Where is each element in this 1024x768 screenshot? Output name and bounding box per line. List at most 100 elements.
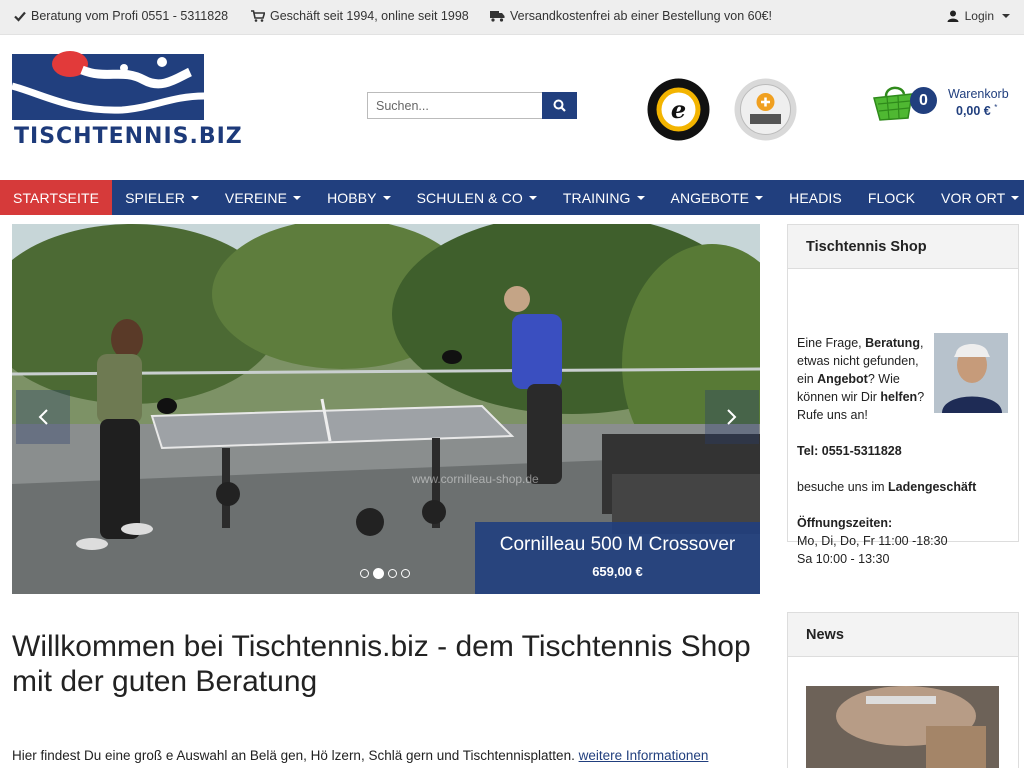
nav-item-label: VEREINE — [224, 189, 288, 206]
slider-dots — [360, 568, 410, 579]
cart-total: 0,00 € * — [956, 103, 997, 118]
slide-caption-price: 659,00 € — [592, 564, 643, 579]
nav-item-vereine[interactable]: VEREINE — [212, 180, 314, 215]
cart-label: Warenkorb — [948, 87, 1009, 101]
user-icon — [947, 10, 959, 22]
shop-visit: besuche uns im Ladengeschäft — [797, 478, 976, 496]
slider-prev-button[interactable] — [16, 390, 70, 444]
nav-item-schulen-co[interactable]: SCHULEN & CO — [404, 180, 550, 215]
slider-dot[interactable] — [401, 569, 410, 578]
news-image[interactable] — [806, 686, 999, 768]
hours-weekdays: Mo, Di, Do, Fr 11:00 -18:30 — [797, 534, 948, 548]
nav-item-label: SPIELER — [125, 189, 185, 206]
since-text: Geschäft seit 1994, online seit 1998 — [270, 9, 469, 23]
news-photo-icon — [806, 686, 999, 768]
nav-item-label: VOR ORT — [941, 189, 1006, 206]
slider-dot[interactable] — [360, 569, 369, 578]
hero-slider[interactable]: www.cornilleau-shop.de Cornilleau 500 M … — [12, 224, 760, 594]
intro-paragraph: Hier findest Du eine groß e Auswahl an B… — [12, 748, 708, 763]
person-photo-icon — [934, 333, 1008, 413]
nav-item-flock[interactable]: FLOCK — [855, 180, 928, 215]
shop-box-title: Tischtennis Shop — [788, 225, 1018, 269]
shop-info-box: Tischtennis Shop Eine Frage, Beratung, e… — [787, 224, 1019, 566]
slide-caption[interactable]: Cornilleau 500 M Crossover 659,00 € — [475, 522, 760, 594]
slide-caption-title: Cornilleau 500 M Crossover — [499, 534, 736, 555]
ssl-seal[interactable] — [734, 78, 797, 141]
nav-item-label: HOBBY — [327, 189, 377, 206]
nav-item-angebote[interactable]: ANGEBOTE — [658, 180, 777, 215]
login-label: Login — [964, 9, 994, 23]
news-box-title: News — [788, 613, 1018, 657]
chevron-right-icon — [727, 409, 737, 425]
nav-item-label: ANGEBOTE — [670, 189, 750, 206]
shipping-info: Versandkostenfrei ab einer Bestellung vo… — [490, 9, 772, 23]
chevron-down-icon — [528, 195, 537, 200]
nav-item-label: TRAINING — [562, 189, 631, 206]
svg-text:e: e — [671, 95, 686, 124]
q-part-1: Eine Frage, — [797, 336, 866, 350]
nav-item-label: FLOCK — [867, 189, 916, 206]
search-button[interactable] — [542, 92, 577, 119]
top-info-bar: Beratung vom Profi 0551 - 5311828 Geschä… — [0, 0, 1024, 35]
hours-saturday: Sa 10:00 - 13:30 — [797, 552, 890, 566]
cart-widget[interactable]: 0 Warenkorb 0,00 € * — [872, 84, 1012, 126]
nav-item-hobby[interactable]: HOBBY — [314, 180, 404, 215]
slide-watermark: www.cornilleau-shop.de — [412, 472, 539, 486]
nav-item-label: HEADIS — [789, 189, 842, 206]
hours-title: Öffnungszeiten: — [797, 514, 892, 532]
search-icon — [553, 99, 566, 112]
cart-total-mark: * — [994, 103, 998, 112]
visit-store: Ladengeschäft — [888, 480, 977, 494]
since-info: Geschäft seit 1994, online seit 1998 — [251, 9, 469, 23]
news-box: News — [787, 612, 1019, 768]
nav-item-startseite[interactable]: STARTSEITE — [0, 180, 113, 215]
chevron-left-icon — [38, 409, 48, 425]
shop-question: Eine Frage, Beratung, etwas nicht gefund… — [797, 334, 927, 424]
chevron-down-icon — [382, 195, 391, 200]
advisor-photo — [934, 333, 1008, 413]
cart-total-value: 0,00 € — [956, 104, 991, 119]
chevron-down-icon — [293, 195, 302, 200]
shop-phone[interactable]: Tel: 0551-5311828 — [797, 442, 902, 460]
ssl-badge-icon — [734, 78, 797, 141]
hours-title-text: Öffnungszeiten: — [797, 516, 893, 530]
chevron-down-icon — [190, 195, 199, 200]
page-title: Willkommen bei Tischtennis.biz - dem Tis… — [12, 630, 751, 698]
shipping-text: Versandkostenfrei ab einer Bestellung vo… — [510, 9, 772, 23]
chevron-down-icon — [636, 195, 645, 200]
q-bold-2: Angebot — [817, 372, 868, 386]
advice-info: Beratung vom Profi 0551 - 5311828 — [14, 9, 228, 23]
logo-text: TISCHTENNIS.BIZ — [14, 124, 243, 149]
trusted-shops-icon: e — [647, 78, 710, 141]
slider-dot[interactable] — [388, 569, 397, 578]
login-menu[interactable]: Login — [947, 9, 1010, 23]
advice-text: Beratung vom Profi 0551 - 5311828 — [31, 9, 229, 23]
intro-text: Hier findest Du eine groß e Auswahl an B… — [12, 748, 575, 763]
slider-next-button[interactable] — [705, 390, 759, 444]
more-info-link[interactable]: weitere Informationen — [579, 748, 709, 763]
slider-dot[interactable] — [373, 568, 384, 579]
nav-item-vor-ort[interactable]: VOR ORT — [928, 180, 1024, 215]
logo-graphic — [11, 51, 205, 120]
search-form — [367, 92, 577, 119]
shopping-cart-icon — [251, 10, 265, 22]
chevron-down-icon — [1002, 14, 1010, 18]
nav-item-training[interactable]: TRAINING — [550, 180, 658, 215]
nav-item-label: SCHULEN & CO — [416, 189, 523, 206]
visit-text: besuche uns im — [797, 480, 889, 494]
main-navigation: STARTSEITE SPIELER VEREINE HOBBY SCHULEN & C… — [0, 180, 1024, 215]
q-bold-3: helfen — [880, 390, 918, 404]
truck-icon — [490, 11, 505, 22]
q-bold-1: Beratung — [865, 336, 920, 350]
basket-icon — [873, 86, 913, 121]
cart-count: 0 — [910, 87, 937, 114]
shop-phone-text: Tel: 0551-5311828 — [797, 444, 902, 458]
chevron-down-icon — [1011, 195, 1020, 200]
search-input[interactable] — [367, 92, 542, 119]
nav-item-headis[interactable]: HEADIS — [776, 180, 855, 215]
nav-item-spieler[interactable]: SPIELER — [112, 180, 212, 215]
nav-item-label: STARTSEITE — [13, 189, 100, 206]
chevron-down-icon — [755, 195, 764, 200]
check-icon — [14, 11, 26, 22]
trusted-shops-seal[interactable]: e — [647, 78, 710, 141]
